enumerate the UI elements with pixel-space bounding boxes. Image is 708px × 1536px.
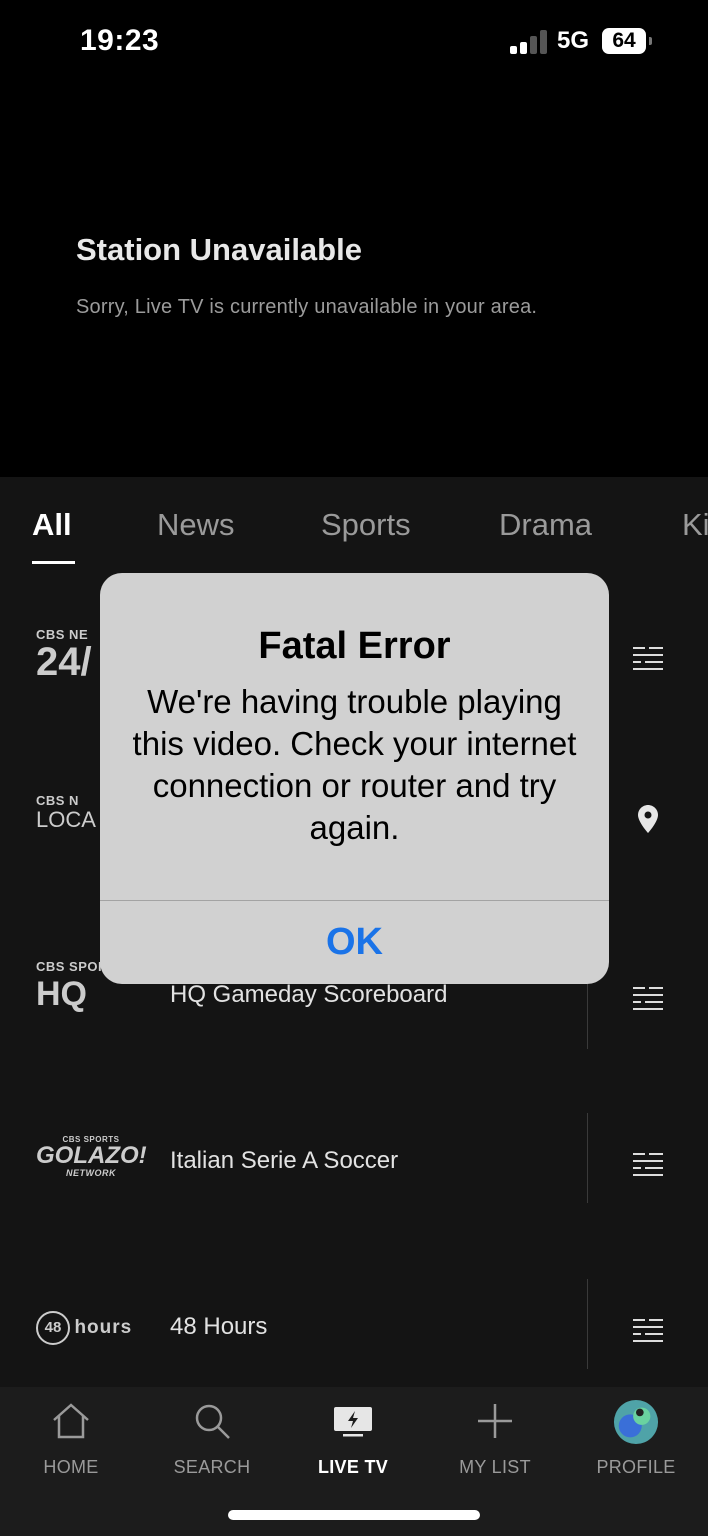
tab-news[interactable]: News xyxy=(157,507,235,543)
home-icon xyxy=(53,1403,89,1439)
show-title: HQ Gameday Scoreboard xyxy=(170,981,448,1008)
player-error-title: Station Unavailable xyxy=(76,232,362,267)
status-bar: 19:23 5G 64 xyxy=(0,0,708,90)
guide-icon[interactable] xyxy=(633,987,663,1010)
row-divider xyxy=(587,1113,588,1203)
active-tab-indicator xyxy=(32,561,75,564)
location-pin-icon[interactable] xyxy=(638,805,658,833)
network-type: 5G xyxy=(557,27,590,54)
dialog-message: We're having trouble playing this video.… xyxy=(132,683,577,846)
tab-kids[interactable]: Ki xyxy=(682,507,708,543)
guide-icon[interactable] xyxy=(633,647,663,670)
row-divider xyxy=(587,1279,588,1369)
channel-row[interactable]: CBS SPORTS GOLAZO! NETWORK Italian Serie… xyxy=(0,1075,708,1241)
search-icon xyxy=(195,1404,230,1439)
player-error-message: Sorry, Live TV is currently unavailable … xyxy=(76,296,538,318)
signal-icon xyxy=(510,30,548,54)
live-tv-icon xyxy=(334,1407,372,1437)
plus-icon xyxy=(478,1404,512,1438)
guide-icon[interactable] xyxy=(633,1153,663,1176)
error-dialog: Fatal Error We're having trouble playing… xyxy=(100,573,609,984)
channel-row[interactable]: 48 hours 48 Hours xyxy=(0,1241,708,1387)
category-tabs: All News Sports Drama Ki xyxy=(0,477,708,577)
channel-logo: CBS SPORTS GOLAZO! NETWORK xyxy=(36,1135,147,1178)
guide-icon[interactable] xyxy=(633,1319,663,1342)
status-time: 19:23 xyxy=(80,24,160,57)
ok-button[interactable]: OK xyxy=(100,901,609,984)
battery-icon: 64 xyxy=(602,28,652,54)
channel-logo: 48 hours xyxy=(36,1311,146,1371)
tab-sports[interactable]: Sports xyxy=(321,507,411,543)
avatar xyxy=(613,1399,659,1445)
show-title: Italian Serie A Soccer xyxy=(170,1147,399,1174)
home-indicator[interactable] xyxy=(228,1510,480,1520)
tab-drama[interactable]: Drama xyxy=(499,507,592,543)
dialog-title: Fatal Error xyxy=(258,625,451,667)
show-title: 48 Hours xyxy=(170,1313,268,1340)
video-player[interactable]: Station Unavailable Sorry, Live TV is cu… xyxy=(0,90,708,477)
tab-all[interactable]: All xyxy=(32,507,72,543)
